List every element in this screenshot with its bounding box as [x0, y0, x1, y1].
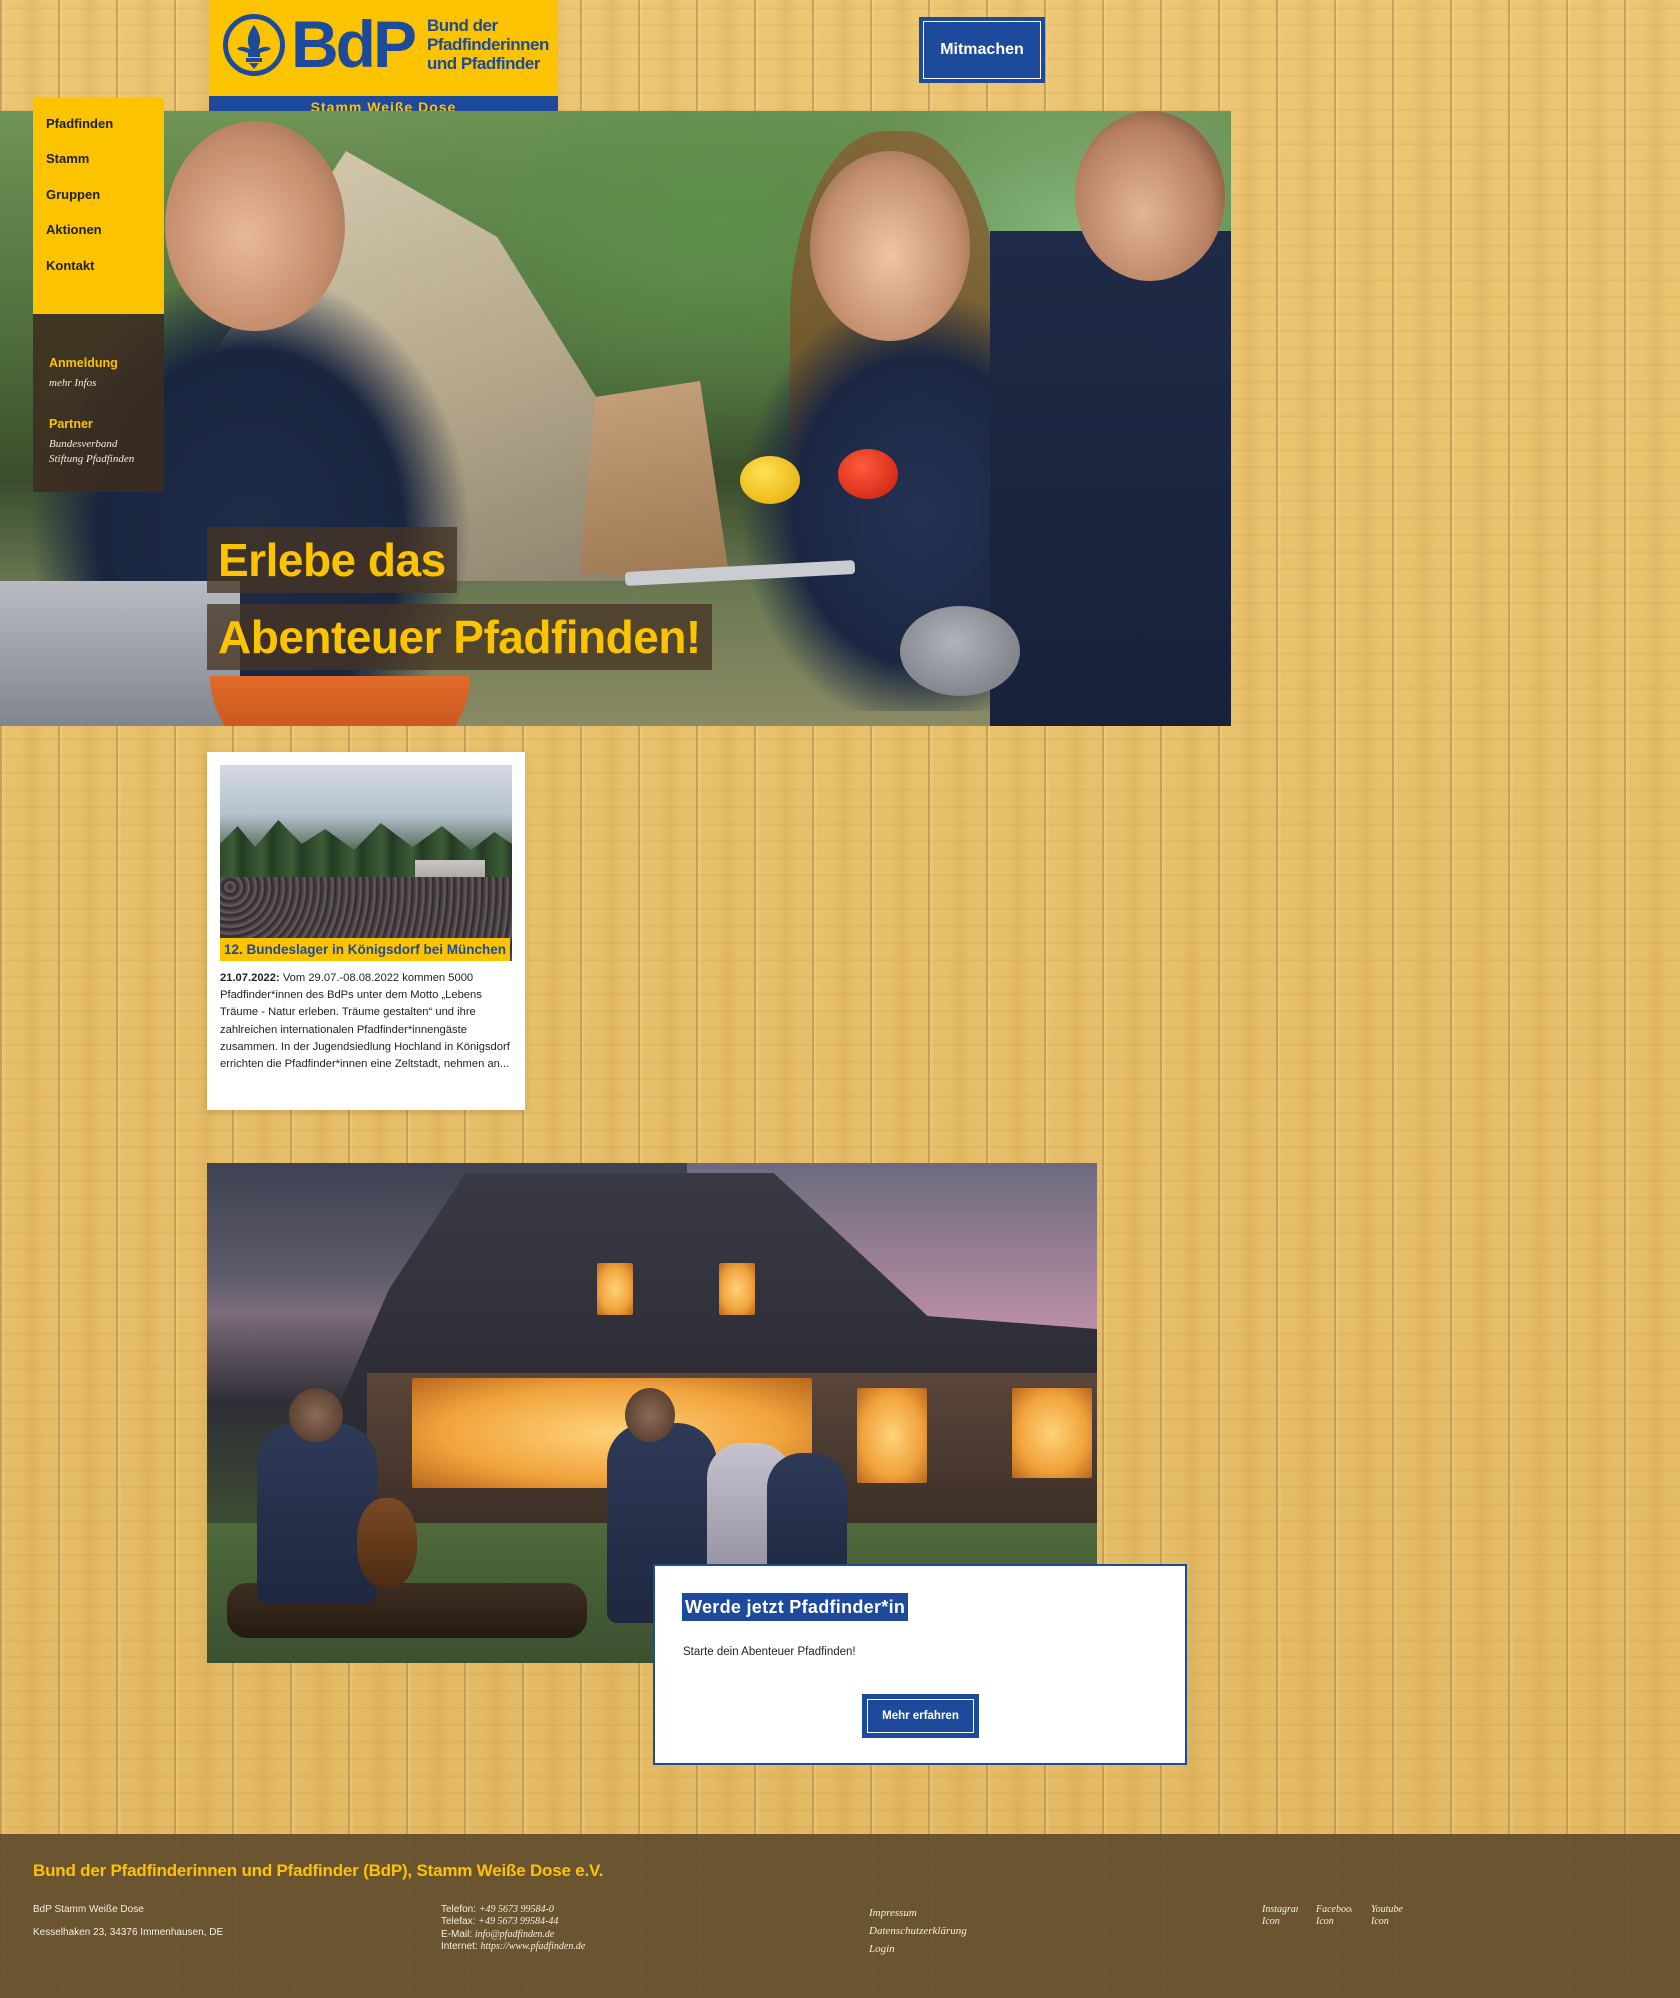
feature-window	[857, 1388, 927, 1483]
anmeldung-link[interactable]: mehr Infos	[49, 376, 164, 391]
footer-web-link[interactable]: https://www.pfadfinden.de	[480, 1941, 585, 1952]
news-teaser: 21.07.2022: Vom 29.07.-08.08.2022 kommen…	[220, 970, 512, 1073]
instagram-icon[interactable]: Instagram Icon	[1262, 1904, 1298, 1928]
feature-guitar	[357, 1498, 417, 1588]
facebook-icon[interactable]: Facebook Icon	[1316, 1904, 1352, 1928]
facebook-icon-suffix: Icon	[1316, 1916, 1334, 1927]
partner-link-bundesverband[interactable]: Bundesverband	[49, 437, 164, 452]
instagram-icon-name: Instagram	[1262, 1904, 1298, 1915]
feature-window	[1012, 1388, 1092, 1478]
hero-metal-pot	[0, 581, 240, 726]
footer-legal-links: Impressum Datenschutzerklärung Login	[869, 1904, 967, 1958]
hero-headline: Erlebe das Abenteuer Pfadfinden!	[207, 527, 712, 670]
hero-headline-line2: Abenteuer Pfadfinden!	[207, 604, 712, 670]
mitmachen-button[interactable]: Mitmachen	[919, 17, 1045, 83]
logo-main: BdP Bund der Pfadfinderinnen und Pfadfin…	[209, 0, 558, 92]
logo-name-line3: und Pfadfinder	[427, 54, 540, 73]
news-date: 21.07.2022:	[220, 972, 280, 984]
footer-contact: Telefon: +49 5673 99584-0 Telefax: +49 5…	[441, 1904, 585, 1953]
feature-guitarist	[257, 1423, 377, 1603]
youtube-icon[interactable]: Youtube Icon	[1371, 1904, 1407, 1928]
site-logo[interactable]: BdP Bund der Pfadfinderinnen und Pfadfin…	[209, 0, 558, 119]
main-nav: Pfadfinden Stamm Gruppen Aktionen Kontak…	[33, 98, 164, 314]
join-cta-text: Starte dein Abenteuer Pfadfinden!	[683, 1646, 856, 1658]
partner-link-stiftung[interactable]: Stiftung Pfadfinden	[49, 452, 164, 467]
news-title[interactable]: 12. Bundeslager in Königsdorf bei Münche…	[220, 938, 511, 961]
footer-link-login[interactable]: Login	[869, 1940, 967, 1958]
hero-orange-bowl	[210, 676, 470, 726]
footer-link-impressum[interactable]: Impressum	[869, 1904, 967, 1922]
join-cta-title: Werde jetzt Pfadfinder*in	[682, 1593, 909, 1621]
footer-org: BdP Stamm Weiße Dose	[33, 1904, 144, 1915]
anmeldung-heading: Anmeldung	[49, 356, 118, 370]
mitmachen-button-label: Mitmachen	[923, 21, 1041, 79]
sidebar-info-box: Anmeldung mehr Infos Partner Bundesverba…	[33, 314, 164, 492]
youtube-icon-name: Youtube	[1371, 1904, 1403, 1915]
logo-name: Bund der Pfadfinderinnen und Pfadfinder	[427, 16, 557, 73]
footer-email-link[interactable]: info@pfadfinden.de	[475, 1929, 554, 1940]
hero-red-pepper	[838, 449, 898, 499]
mehr-erfahren-button-label: Mehr erfahren	[867, 1699, 974, 1733]
footer-fax-link[interactable]: +49 5673 99584-44	[478, 1916, 558, 1927]
feature-guitarist-head	[289, 1388, 343, 1442]
nav-item-pfadfinden[interactable]: Pfadfinden	[33, 116, 164, 151]
footer-phone-label: Telefon:	[441, 1904, 479, 1915]
partner-heading: Partner	[49, 417, 93, 431]
hero-scout-middle-head	[810, 151, 970, 341]
footer-fax-label: Telefax:	[441, 1916, 479, 1928]
footer-web-label: Internet:	[441, 1940, 481, 1952]
site-footer: Bund der Pfadfinderinnen und Pfadfinder …	[0, 1834, 1680, 1998]
mehr-erfahren-button[interactable]: Mehr erfahren	[862, 1694, 979, 1738]
nav-item-stamm[interactable]: Stamm	[33, 151, 164, 186]
hero-scout-right-head	[1075, 111, 1225, 281]
hero-pot-lid	[900, 606, 1020, 696]
news-body: Vom 29.07.-08.08.2022 kommen 5000 Pfadfi…	[220, 972, 510, 1071]
footer-address: BdP Stamm Weiße Dose Kesselhaken 23, 343…	[33, 1904, 223, 1940]
hero-headline-line1: Erlebe das	[207, 527, 457, 593]
footer-phone-link[interactable]: +49 5673 99584-0	[479, 1904, 554, 1915]
nav-item-gruppen[interactable]: Gruppen	[33, 187, 164, 222]
footer-street: Kesselhaken 23, 34376 Immenhausen, DE	[33, 1927, 224, 1939]
fleur-de-lis-icon	[223, 14, 285, 76]
footer-link-datenschutz[interactable]: Datenschutzerklärung	[869, 1922, 967, 1940]
instagram-icon-suffix: Icon	[1262, 1916, 1280, 1927]
nav-item-aktionen[interactable]: Aktionen	[33, 222, 164, 257]
footer-title: Bund der Pfadfinderinnen und Pfadfinder …	[33, 1861, 604, 1880]
logo-wordmark: BdP	[291, 7, 417, 81]
feature-window	[719, 1263, 755, 1315]
logo-name-line1: Bund der	[427, 16, 498, 35]
logo-name-line2: Pfadfinderinnen	[427, 35, 549, 54]
youtube-icon-suffix: Icon	[1371, 1916, 1389, 1927]
hero-scout-right	[990, 231, 1231, 726]
hero-scout-left-head	[165, 121, 345, 331]
footer-email-label: E-Mail:	[441, 1928, 475, 1940]
facebook-icon-name: Facebook	[1316, 1904, 1352, 1915]
news-image	[220, 765, 512, 961]
news-card[interactable]: 12. Bundeslager in Königsdorf bei Münche…	[207, 752, 525, 1110]
feature-window	[597, 1263, 633, 1315]
feature-scout-head	[625, 1388, 675, 1442]
hero-yellow-pepper	[740, 456, 800, 504]
nav-item-kontakt[interactable]: Kontakt	[33, 258, 164, 293]
join-cta-card: Werde jetzt Pfadfinder*in Starte dein Ab…	[653, 1564, 1187, 1765]
